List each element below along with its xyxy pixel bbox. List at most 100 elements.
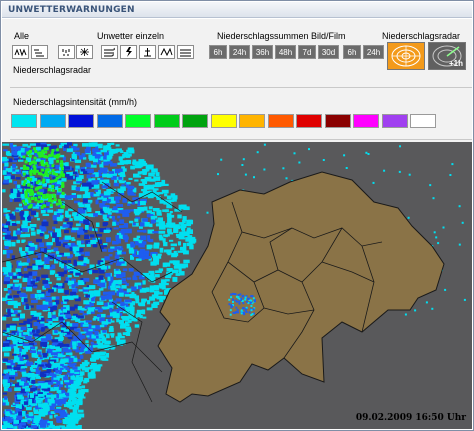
heat-warning-button[interactable] <box>158 45 175 59</box>
radar-echo <box>75 187 81 192</box>
radar-echo <box>65 367 70 371</box>
radar-echo <box>79 396 86 399</box>
sum-36h-button[interactable]: 36h <box>252 45 273 59</box>
legend-swatch[interactable] <box>39 114 66 128</box>
fog-warning-button[interactable] <box>177 45 194 59</box>
sum-6h-button[interactable]: 6h <box>209 45 227 59</box>
wind-warning-button[interactable] <box>101 45 118 59</box>
radar-echo <box>87 347 94 352</box>
radar-echo <box>155 172 160 176</box>
radar-echo <box>132 275 137 280</box>
radar-echo <box>140 222 145 227</box>
radar-echo <box>6 428 13 429</box>
fog-icon <box>180 49 191 57</box>
radar-echo <box>30 310 37 316</box>
radar-echo <box>56 234 62 237</box>
radar-echo-moderate <box>54 178 58 182</box>
radar-echo <box>147 239 152 242</box>
radar-echo-moderate <box>60 160 64 164</box>
legend-swatch[interactable] <box>239 114 265 128</box>
radar-echo <box>25 286 33 292</box>
radar-current-button[interactable] <box>387 42 425 70</box>
radar-echo-moderate <box>28 200 32 204</box>
radar-echo <box>160 279 167 284</box>
radar-echo <box>182 216 187 222</box>
radar-echo <box>67 275 72 278</box>
radar-echo <box>91 363 97 368</box>
radar-echo <box>90 341 94 345</box>
radar-echo-land <box>230 293 233 296</box>
frost-warning-button[interactable] <box>139 45 156 59</box>
radar-echo <box>173 250 177 254</box>
lightning-icon <box>126 47 132 57</box>
radar-echo <box>101 321 109 325</box>
radar-echo <box>30 346 36 350</box>
rain-warning-button[interactable] <box>58 45 75 59</box>
radar-echo <box>98 269 105 274</box>
legend-swatch[interactable] <box>296 114 322 128</box>
radar-echo-scattered <box>343 154 346 157</box>
radar-echo <box>11 223 17 226</box>
radar-echo <box>55 241 61 246</box>
legend-swatch[interactable] <box>11 114 37 128</box>
radar-echo <box>69 271 74 274</box>
legend-swatch[interactable] <box>324 114 351 128</box>
radar-echo <box>2 297 7 302</box>
radar-echo <box>22 411 26 416</box>
radar-echo <box>166 213 172 218</box>
legend-swatch[interactable] <box>210 114 237 128</box>
sum-30d-button[interactable]: 30d <box>318 45 339 59</box>
radar-echo <box>143 162 148 167</box>
legend-swatch[interactable] <box>125 114 151 128</box>
legend-swatch[interactable] <box>96 114 123 128</box>
legend-swatch[interactable] <box>68 114 94 128</box>
radar-echo <box>32 329 36 333</box>
radar-echo <box>42 352 48 358</box>
radar-echo-moderate <box>48 198 51 202</box>
storm-warnings-button[interactable] <box>31 45 48 59</box>
radar-echo <box>175 273 181 276</box>
radar-echo <box>32 265 38 270</box>
radar-echo <box>122 225 127 228</box>
radar-echo <box>153 242 160 246</box>
radar-echo-scattered <box>263 168 266 171</box>
legend-swatch[interactable] <box>267 114 294 128</box>
title-bar: UNWETTERWARNUNGEN <box>2 2 472 18</box>
radar-echo-moderate <box>41 163 44 166</box>
radar-echo <box>38 364 44 367</box>
radar-echo <box>2 250 7 255</box>
radar-echo <box>2 373 6 376</box>
radar-forecast-button[interactable]: +1h <box>428 42 466 70</box>
thunder-warning-button[interactable] <box>120 45 137 59</box>
radar-echo <box>71 239 76 242</box>
radar-echo <box>92 318 96 321</box>
legend-swatch[interactable] <box>353 114 379 128</box>
radar-echo <box>94 330 99 336</box>
sum-24h-button[interactable]: 24h <box>229 45 250 59</box>
radar-echo-moderate <box>39 185 43 189</box>
radar-echo <box>158 230 166 234</box>
radar-echo <box>10 175 15 180</box>
sum-7d-button[interactable]: 7d <box>298 45 316 59</box>
film-6h-button[interactable]: 6h <box>343 45 361 59</box>
legend-swatch[interactable] <box>153 114 180 128</box>
radar-echo <box>134 179 139 182</box>
radar-echo <box>142 316 147 319</box>
radar-echo <box>75 223 81 227</box>
legend-title: Niederschlagsintensität (mm/h) <box>13 97 138 107</box>
radar-echo <box>97 197 102 200</box>
legend-swatch[interactable] <box>381 114 408 128</box>
radar-echo-moderate <box>56 153 60 157</box>
legend-swatch[interactable] <box>410 114 436 128</box>
radar-echo <box>76 181 82 184</box>
radar-echo-scattered <box>242 158 245 161</box>
radar-echo <box>51 342 58 346</box>
snow-warning-button[interactable] <box>76 45 93 59</box>
radar-echo <box>92 148 99 153</box>
film-24h-button[interactable]: 24h <box>363 45 384 59</box>
all-warnings-button[interactable] <box>12 45 29 59</box>
radar-echo <box>102 330 107 333</box>
legend-swatch[interactable] <box>182 114 208 128</box>
sum-48h-button[interactable]: 48h <box>275 45 296 59</box>
radar-echo <box>36 238 42 243</box>
